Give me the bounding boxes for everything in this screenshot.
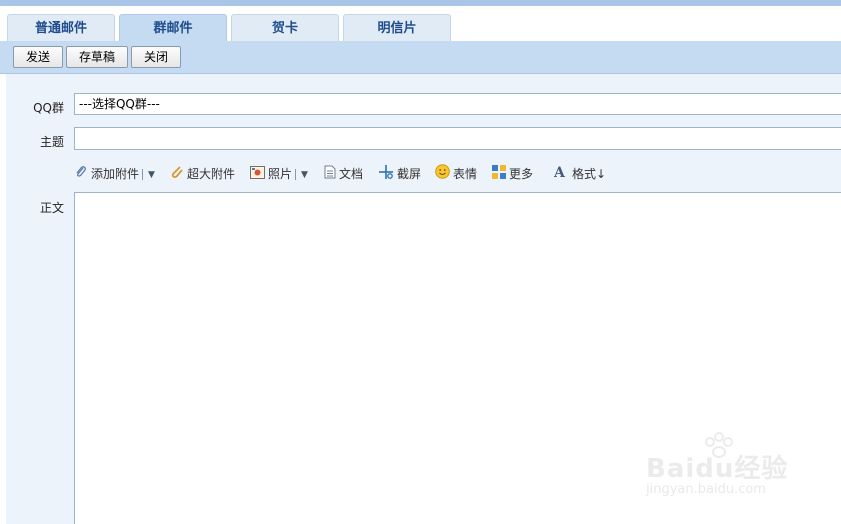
subject-label: 主题 [39, 135, 64, 149]
watermark-url: jingyan.baidu.com [646, 482, 766, 497]
tab-postcard[interactable]: 明信片 [343, 14, 451, 41]
smiley-icon [435, 164, 450, 185]
add-attachment-label: 添加附件 [91, 167, 140, 181]
photo-button[interactable]: 照片 ▼ [250, 164, 308, 184]
separator [295, 169, 297, 180]
add-attachment-button[interactable]: 添加附件 ▼ [74, 164, 155, 184]
qq-group-label: QQ群 [33, 101, 64, 115]
separator [142, 169, 144, 180]
document-icon [324, 165, 336, 185]
tab-bar: 普通邮件 群邮件 贺卡 明信片 [0, 6, 841, 42]
large-attachment-button[interactable]: 超大附件 [170, 164, 235, 184]
more-label: 更多 [509, 167, 534, 181]
body-label: 正文 [39, 201, 64, 215]
format-button[interactable]: A 格式↓ [553, 164, 607, 185]
tab-normal-mail[interactable]: 普通邮件 [7, 14, 115, 41]
chevron-down-icon[interactable]: ▼ [148, 165, 155, 185]
close-button[interactable]: 关闭 [131, 46, 181, 68]
tab-group-mail[interactable]: 群邮件 [119, 14, 227, 42]
tab-greeting-card[interactable]: 贺卡 [231, 14, 339, 41]
subject-input[interactable] [74, 127, 841, 150]
qq-group-select[interactable]: ---选择QQ群--- [74, 93, 841, 115]
format-label: 格式↓ [572, 167, 607, 181]
photo-label: 照片 [268, 167, 293, 181]
send-button[interactable]: 发送 [13, 46, 63, 68]
scissors-icon [379, 164, 394, 185]
more-button[interactable]: 更多 [492, 164, 533, 184]
grid-icon [492, 164, 506, 185]
document-button[interactable]: 文档 [324, 164, 363, 184]
large-attachment-label: 超大附件 [187, 167, 236, 181]
save-draft-button[interactable]: 存草稿 [66, 46, 128, 68]
emoticon-button[interactable]: 表情 [435, 164, 477, 184]
font-format-icon: A [553, 165, 569, 185]
photo-icon [250, 165, 265, 185]
large-paperclip-icon [170, 165, 184, 185]
watermark-brand: Baidu经验 [646, 454, 789, 484]
screenshot-button[interactable]: 截屏 [379, 164, 421, 184]
svg-text:A: A [554, 165, 566, 179]
chevron-down-icon[interactable]: ▼ [301, 165, 308, 185]
emoticon-label: 表情 [453, 167, 478, 181]
screenshot-label: 截屏 [397, 167, 422, 181]
document-label: 文档 [339, 167, 364, 181]
baidu-watermark: Baidu经验 jingyan.baidu.com [640, 432, 810, 506]
action-toolbar: 发送 存草稿 关闭 [0, 41, 841, 74]
paperclip-icon [74, 165, 88, 185]
